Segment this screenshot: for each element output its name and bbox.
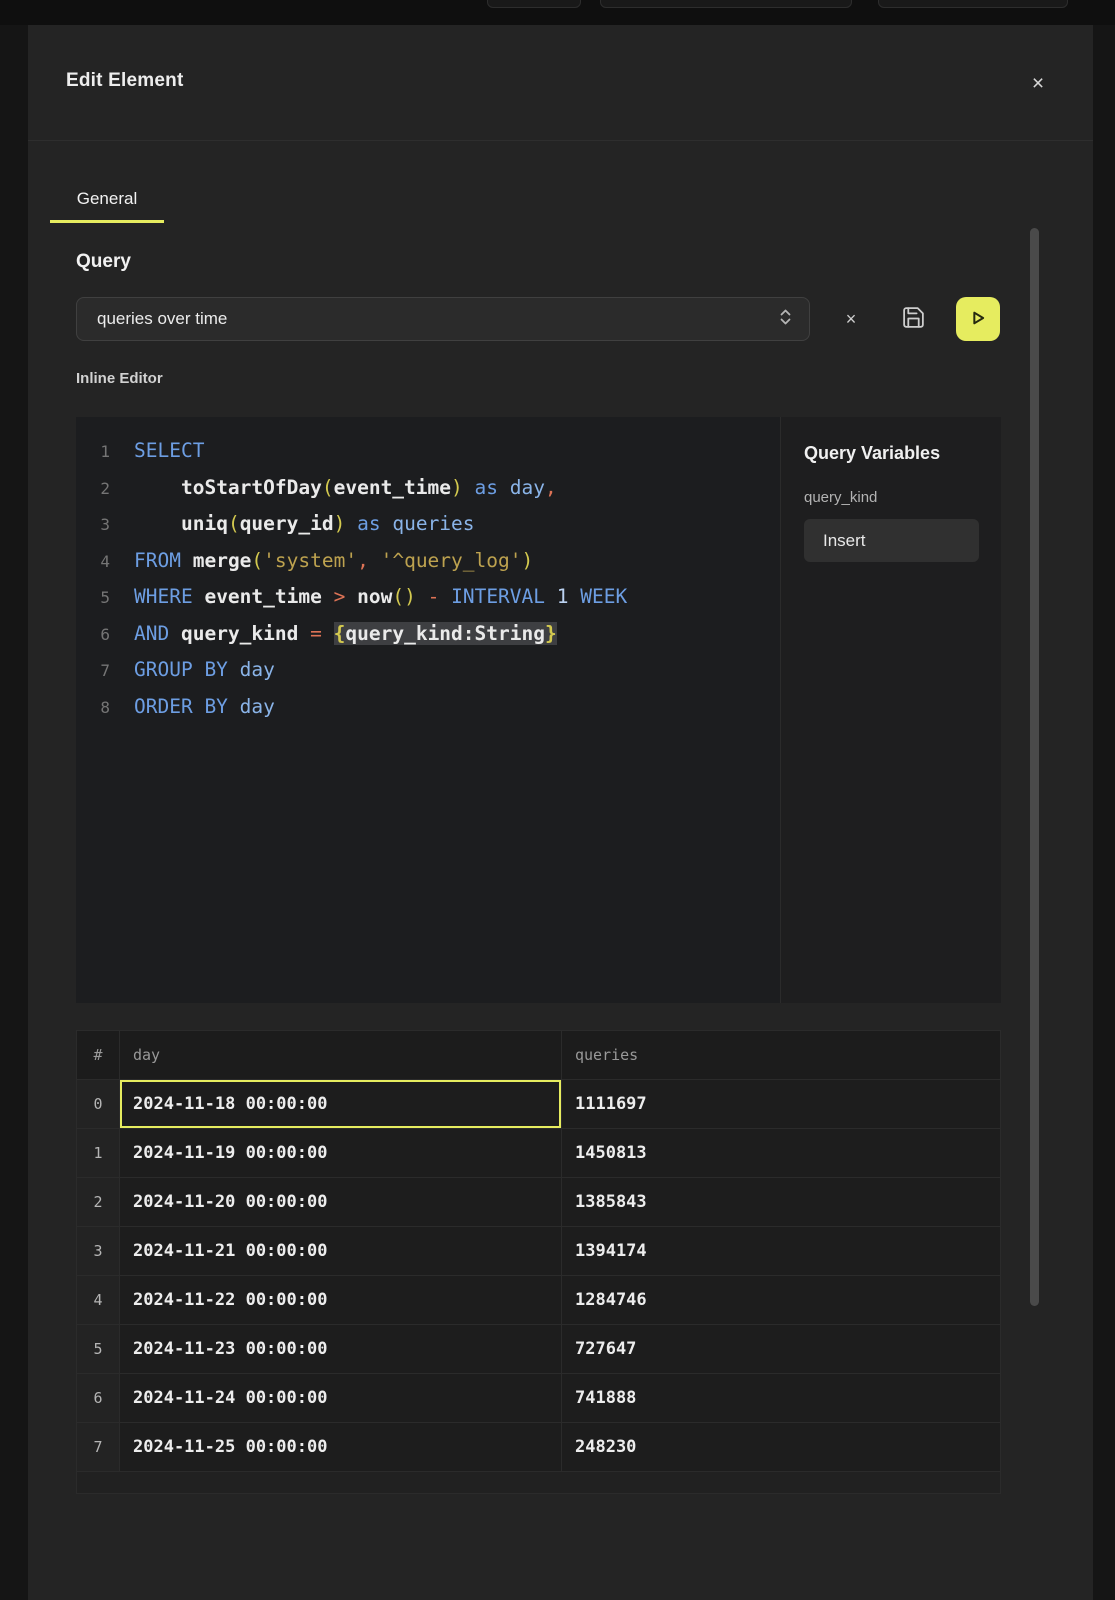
table-footer xyxy=(77,1472,1000,1493)
queries-cell[interactable]: 1450813 xyxy=(561,1129,1000,1178)
code-line-content: ORDER BY day xyxy=(110,689,275,725)
query-select-value: queries over time xyxy=(97,309,778,329)
row-index-cell: 3 xyxy=(77,1227,119,1276)
line-number: 2 xyxy=(76,471,110,507)
queries-cell[interactable]: 1394174 xyxy=(561,1227,1000,1276)
chevron-updown-icon xyxy=(778,307,793,332)
code-line: 7GROUP BY day xyxy=(76,652,780,689)
day-cell[interactable]: 2024-11-21 00:00:00 xyxy=(119,1227,561,1276)
save-icon xyxy=(901,318,926,333)
results-grid: #dayqueries02024-11-18 00:00:00111169712… xyxy=(77,1031,1000,1472)
code-line: 2 toStartOfDay(event_time) as day, xyxy=(76,470,780,507)
column-header-day: day xyxy=(119,1031,561,1080)
insert-variable-button[interactable]: Insert xyxy=(804,519,979,562)
day-cell[interactable]: 2024-11-25 00:00:00 xyxy=(119,1423,561,1472)
queries-cell[interactable]: 248230 xyxy=(561,1423,1000,1472)
header-divider xyxy=(28,140,1093,141)
toolbar-button-1[interactable] xyxy=(487,0,581,8)
modal-title: Edit Element xyxy=(66,70,183,92)
day-cell[interactable]: 2024-11-22 00:00:00 xyxy=(119,1276,561,1325)
code-line: 1SELECT xyxy=(76,433,780,470)
day-cell[interactable]: 2024-11-20 00:00:00 xyxy=(119,1178,561,1227)
close-icon[interactable]: × xyxy=(1022,68,1054,100)
code-line-content: SELECT xyxy=(110,433,204,469)
query-variables-panel: Query Variables query_kind Insert xyxy=(780,417,1001,1003)
code-line: 8ORDER BY day xyxy=(76,689,780,726)
query-section-heading: Query xyxy=(76,251,131,273)
line-number: 5 xyxy=(76,580,110,616)
line-number: 4 xyxy=(76,544,110,580)
row-index-cell: 5 xyxy=(77,1325,119,1374)
row-index-cell: 2 xyxy=(77,1178,119,1227)
queries-cell[interactable]: 727647 xyxy=(561,1325,1000,1374)
code-line: 4FROM merge('system', '^query_log') xyxy=(76,543,780,580)
day-cell[interactable]: 2024-11-19 00:00:00 xyxy=(119,1129,561,1178)
row-index-cell: 1 xyxy=(77,1129,119,1178)
code-line: 3 uniq(query_id) as queries xyxy=(76,506,780,543)
code-line-content: FROM merge('system', '^query_log') xyxy=(110,543,533,579)
line-number: 7 xyxy=(76,653,110,689)
code-line-content: toStartOfDay(event_time) as day, xyxy=(110,470,557,506)
queries-cell[interactable]: 741888 xyxy=(561,1374,1000,1423)
toolbar-button-3[interactable] xyxy=(878,0,1068,8)
line-number: 8 xyxy=(76,690,110,726)
run-query-button[interactable] xyxy=(956,297,1000,341)
code-line-content: AND query_kind = {query_kind:String} xyxy=(110,616,557,652)
column-header-queries: queries xyxy=(561,1031,1000,1080)
row-index-cell: 7 xyxy=(77,1423,119,1472)
line-number: 3 xyxy=(76,507,110,543)
clear-query-button[interactable]: × xyxy=(834,305,868,333)
results-table: #dayqueries02024-11-18 00:00:00111169712… xyxy=(76,1030,1001,1494)
queries-cell[interactable]: 1111697 xyxy=(561,1080,1000,1129)
code-lines: 1SELECT2 toStartOfDay(event_time) as day… xyxy=(76,433,780,725)
row-index-cell: 4 xyxy=(77,1276,119,1325)
inline-editor-label: Inline Editor xyxy=(76,370,163,387)
toolbar-button-2[interactable] xyxy=(600,0,852,8)
sql-editor[interactable]: 1SELECT2 toStartOfDay(event_time) as day… xyxy=(76,417,780,1003)
tab-general[interactable]: General xyxy=(50,177,164,223)
code-line-content: WHERE event_time > now() - INTERVAL 1 WE… xyxy=(110,579,627,615)
code-line: 6AND query_kind = {query_kind:String} xyxy=(76,616,780,653)
row-index-cell: 0 xyxy=(77,1080,119,1129)
day-cell[interactable]: 2024-11-18 00:00:00 xyxy=(119,1080,561,1129)
queries-cell[interactable]: 1385843 xyxy=(561,1178,1000,1227)
top-toolbar xyxy=(0,0,1115,25)
editor-container: 1SELECT2 toStartOfDay(event_time) as day… xyxy=(76,417,1001,1003)
line-number: 6 xyxy=(76,617,110,653)
modal-scrollbar[interactable] xyxy=(1030,228,1039,1306)
line-number: 1 xyxy=(76,434,110,470)
query-variables-title: Query Variables xyxy=(804,443,978,464)
column-header-index: # xyxy=(77,1031,119,1080)
play-icon xyxy=(967,307,989,332)
edit-element-modal: Edit Element × General Query queries ove… xyxy=(28,25,1093,1600)
day-cell[interactable]: 2024-11-24 00:00:00 xyxy=(119,1374,561,1423)
day-cell[interactable]: 2024-11-23 00:00:00 xyxy=(119,1325,561,1374)
save-button[interactable] xyxy=(898,304,928,334)
query-select[interactable]: queries over time xyxy=(76,297,810,341)
variable-name: query_kind xyxy=(804,489,978,506)
queries-cell[interactable]: 1284746 xyxy=(561,1276,1000,1325)
code-line: 5WHERE event_time > now() - INTERVAL 1 W… xyxy=(76,579,780,616)
code-line-content: GROUP BY day xyxy=(110,652,275,688)
page: Edit Element × General Query queries ove… xyxy=(0,0,1115,1600)
code-line-content: uniq(query_id) as queries xyxy=(110,506,475,542)
row-index-cell: 6 xyxy=(77,1374,119,1423)
